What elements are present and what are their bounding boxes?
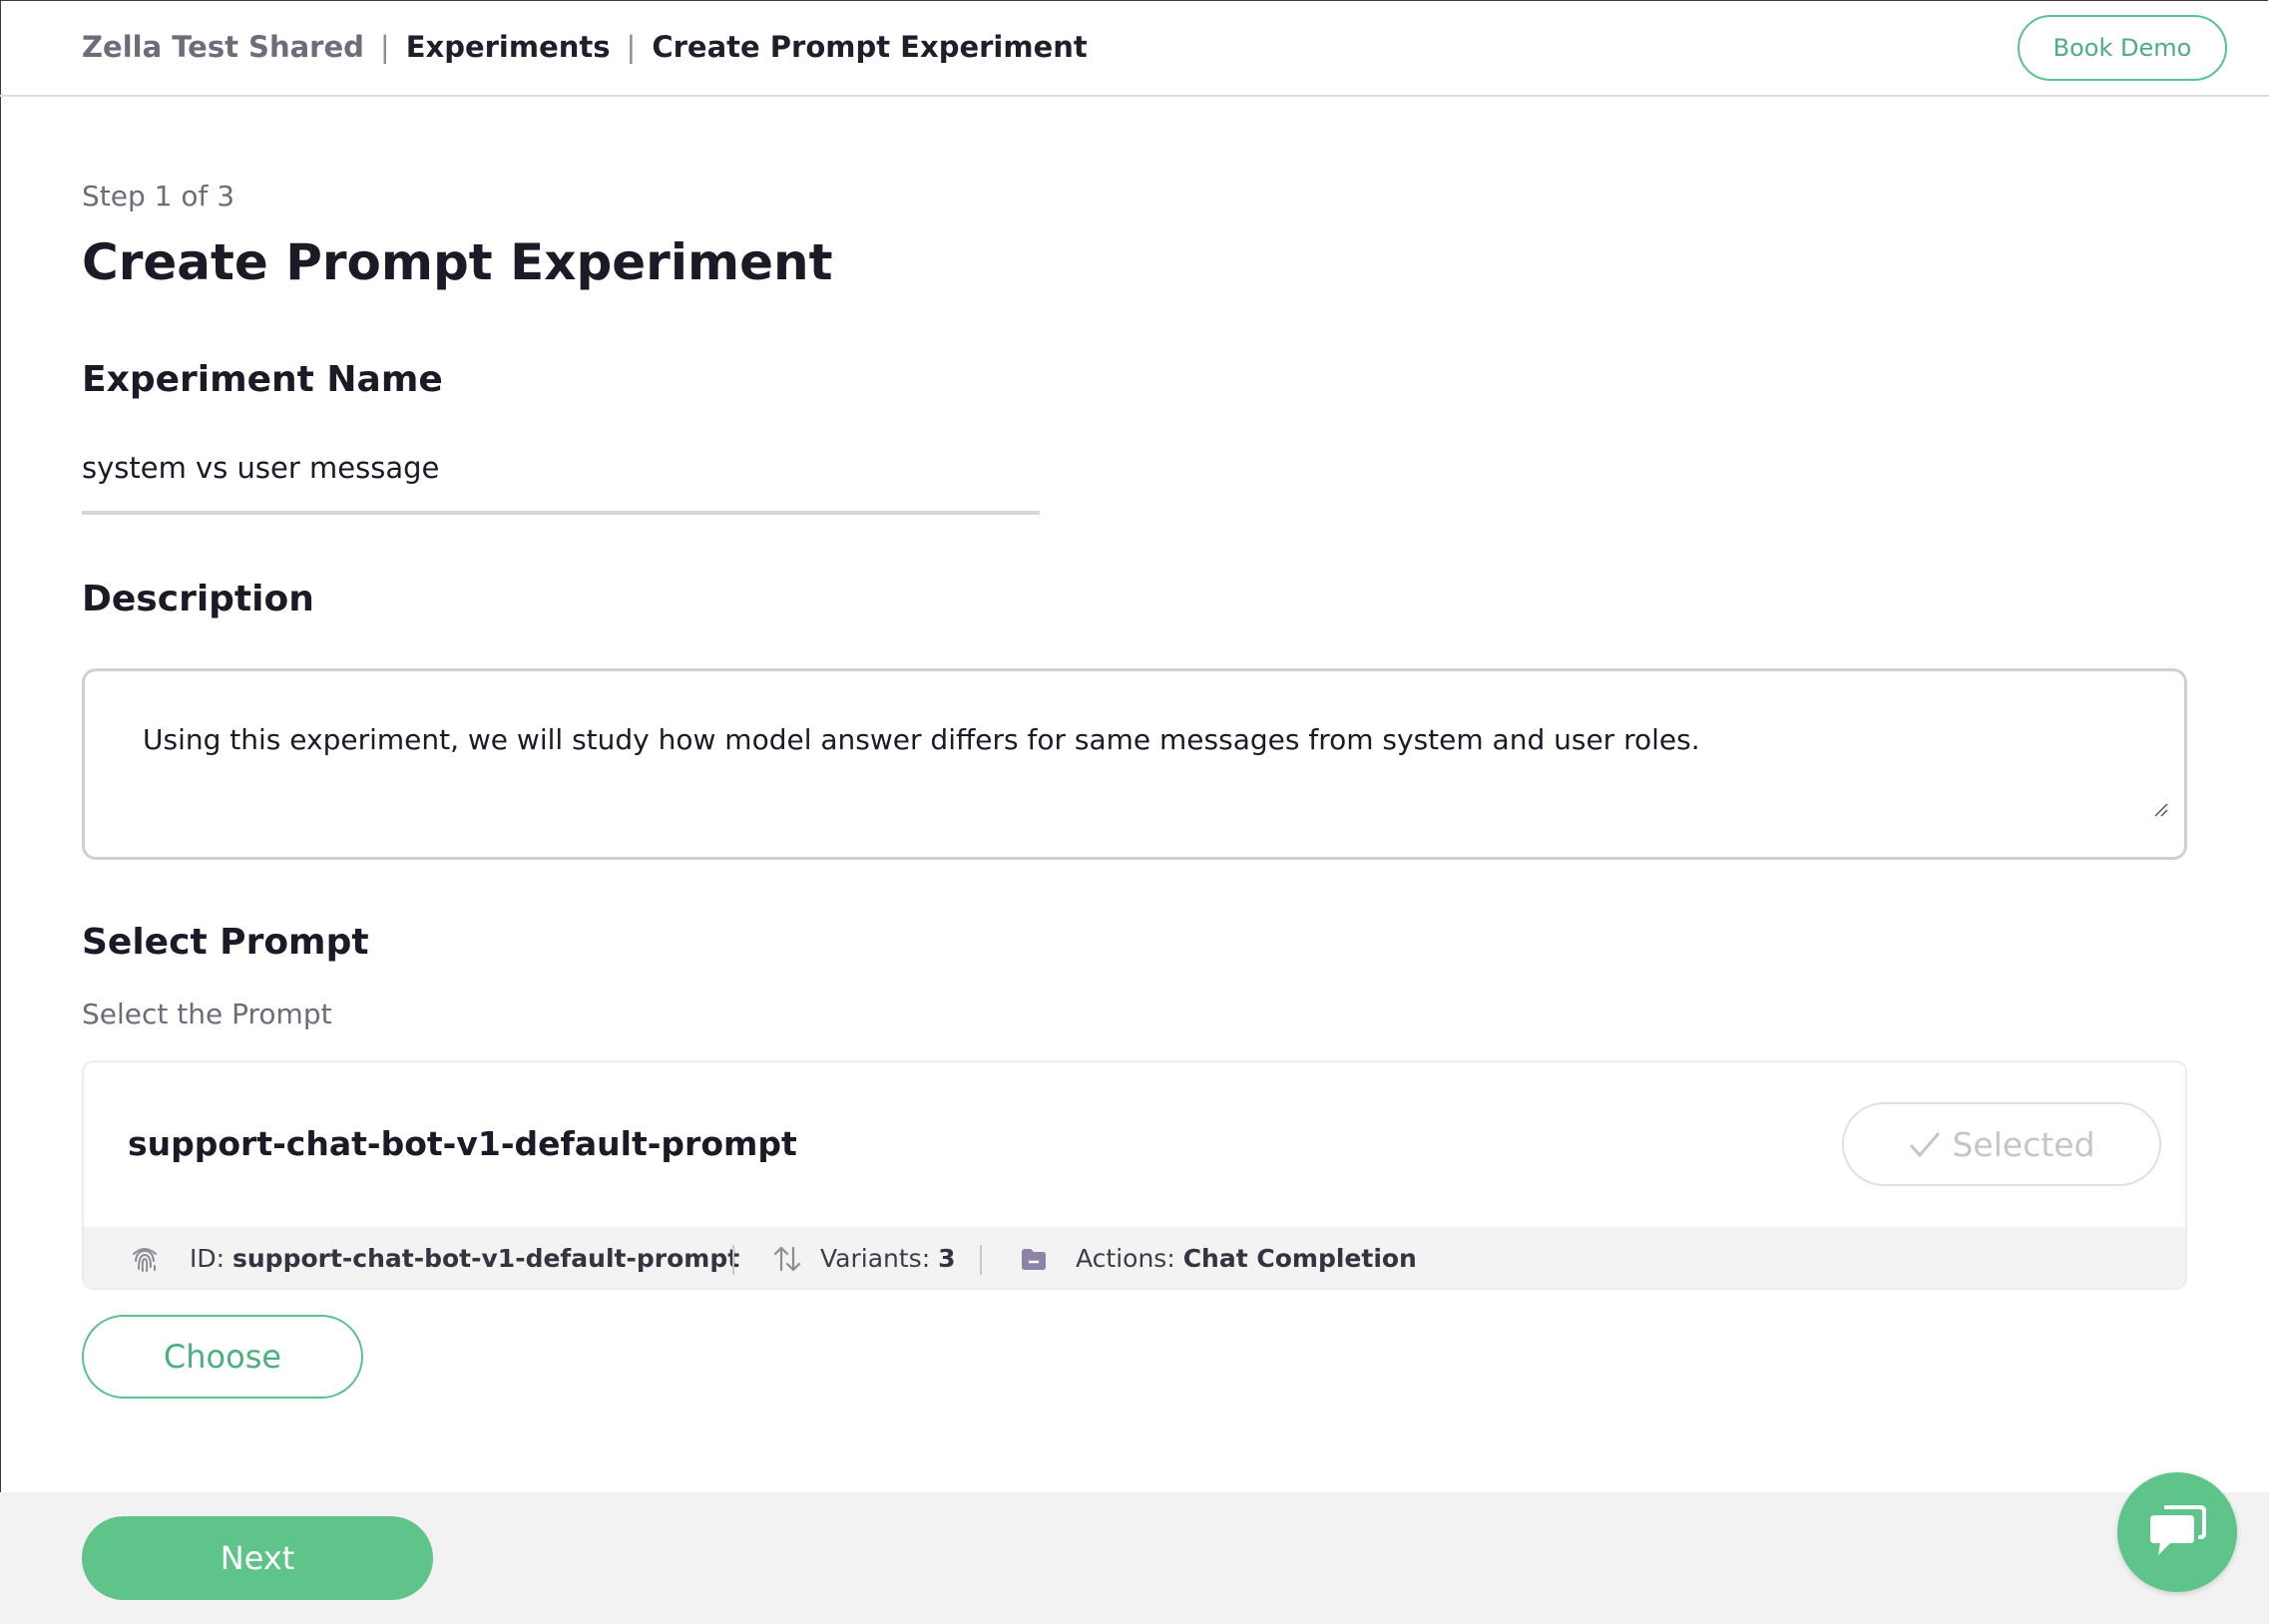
footer-bar: Next <box>0 1492 2269 1624</box>
selected-label: Selected <box>1952 1124 2095 1164</box>
choose-button[interactable]: Choose <box>82 1315 363 1399</box>
description-text: Using this experiment, we will study how… <box>143 723 1700 756</box>
prompt-card[interactable]: support-chat-bot-v1-default-prompt Selec… <box>82 1060 2187 1290</box>
experiment-name-label: Experiment Name <box>82 359 443 400</box>
prompt-name: support-chat-bot-v1-default-prompt <box>128 1124 797 1163</box>
prompt-actions-meta: Actions: Chat Completion <box>1020 1227 1417 1288</box>
meta-divider <box>732 1245 734 1275</box>
chat-widget-button[interactable] <box>2117 1472 2237 1592</box>
check-icon <box>1910 1132 1941 1158</box>
description-textarea[interactable]: Using this experiment, we will study how… <box>82 668 2187 860</box>
breadcrumb-workspace[interactable]: Zella Test Shared <box>82 30 364 64</box>
resize-grip-icon[interactable] <box>2152 801 2168 817</box>
prompt-id-value: support-chat-bot-v1-default-prompt <box>232 1244 740 1273</box>
top-header: Zella Test Shared | Experiments | Create… <box>0 0 2269 97</box>
breadcrumb-separator: | <box>379 30 390 64</box>
experiment-name-underline <box>82 511 1040 515</box>
experiment-name-input[interactable]: system vs user message <box>82 451 439 485</box>
fingerprint-icon <box>128 1242 162 1276</box>
prompt-actions-label: Actions: <box>1076 1244 1175 1273</box>
prompt-id-meta: ID: support-chat-bot-v1-default-prompt <box>128 1227 740 1288</box>
select-prompt-sublabel: Select the Prompt <box>82 998 332 1030</box>
prompt-variants-meta: Variants: 3 <box>772 1227 956 1288</box>
next-button[interactable]: Next <box>82 1516 433 1600</box>
book-demo-button[interactable]: Book Demo <box>2018 15 2227 81</box>
prompt-variants-label: Variants: <box>820 1244 931 1273</box>
page-title: Create Prompt Experiment <box>82 233 833 291</box>
prompt-actions-value: Chat Completion <box>1182 1244 1417 1273</box>
breadcrumb-current: Create Prompt Experiment <box>652 30 1088 64</box>
meta-divider <box>980 1245 982 1275</box>
breadcrumb-separator: | <box>626 30 637 64</box>
prompt-variants-value: 3 <box>938 1244 956 1273</box>
sort-arrows-icon <box>772 1244 802 1274</box>
selected-button[interactable]: Selected <box>1842 1102 2161 1186</box>
select-prompt-label: Select Prompt <box>82 922 369 963</box>
breadcrumb-experiments[interactable]: Experiments <box>406 30 611 64</box>
chat-bubble-icon <box>2150 1505 2206 1555</box>
step-indicator: Step 1 of 3 <box>82 180 235 212</box>
prompt-id-label: ID: <box>190 1244 226 1273</box>
breadcrumb: Zella Test Shared | Experiments | Create… <box>82 30 1088 64</box>
description-label: Description <box>82 579 314 619</box>
folder-icon <box>1020 1246 1048 1272</box>
prompt-meta-bar: ID: support-chat-bot-v1-default-prompt V… <box>84 1227 2185 1288</box>
